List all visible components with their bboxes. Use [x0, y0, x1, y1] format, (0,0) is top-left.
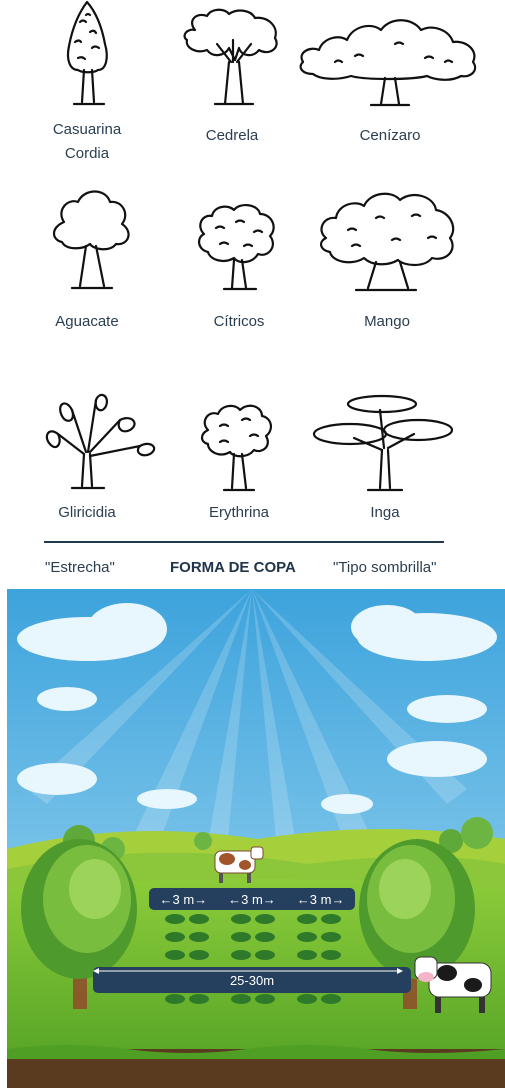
- tree-casuarina-cordia: Casuarina Cordia: [12, 0, 162, 170]
- round-dense-tree-icon: [198, 204, 275, 291]
- fan-leaves-tree-icon: [45, 393, 156, 490]
- tree-gliricidia: Gliricidia: [12, 390, 162, 560]
- tree-label: Cítricos: [213, 313, 265, 330]
- tree-label: Aguacate: [55, 313, 119, 330]
- tree-label: Cenízaro: [359, 127, 421, 144]
- pasture-illustration: [7, 589, 505, 1088]
- tree-label: Erythrina: [208, 504, 270, 521]
- spacing-label: ←3 m→: [296, 891, 345, 907]
- tree-aguacate: Aguacate: [12, 180, 162, 350]
- axis-left-label: "Estrecha": [45, 559, 115, 576]
- layered-umbrella-tree-icon: [312, 394, 454, 492]
- tree-mango: Mango: [312, 180, 462, 350]
- tree-label: Cedrela: [205, 127, 259, 144]
- double-arrow-icon: [93, 968, 403, 974]
- broad-round-tree-icon: [320, 192, 455, 292]
- tree-citricos: Cítricos: [164, 180, 314, 350]
- tree-cedrela: Cedrela: [157, 0, 307, 170]
- silvopastoral-scene: ←3 m→ ←3 m→ ←3 m→ 25-30m: [7, 589, 505, 1088]
- tree-inga: Inga: [310, 390, 460, 560]
- round-small-tree-icon: [52, 190, 130, 290]
- crown-shape-axis-line: [44, 541, 444, 543]
- tree-label: Casuarina Cordia: [52, 121, 122, 162]
- tree-label: Mango: [364, 313, 410, 330]
- spacing-label: ←3 m→: [228, 891, 276, 907]
- axis-title: FORMA DE COPA: [170, 559, 296, 576]
- plant-spacing-bar: ←3 m→ ←3 m→ ←3 m→: [149, 888, 355, 910]
- tree-label: Gliricidia: [58, 504, 116, 521]
- tree-cenizaro: Cenízaro: [295, 0, 485, 170]
- tree-label: Inga: [370, 504, 400, 521]
- tree-erythrina: Erythrina: [164, 390, 314, 560]
- axis-right-label: "Tipo sombrilla": [333, 559, 437, 576]
- tree-row-distance-bar: 25-30m: [93, 967, 411, 993]
- spacing-label: ←3 m→: [159, 891, 208, 907]
- round-dense-tree-icon: [200, 404, 272, 492]
